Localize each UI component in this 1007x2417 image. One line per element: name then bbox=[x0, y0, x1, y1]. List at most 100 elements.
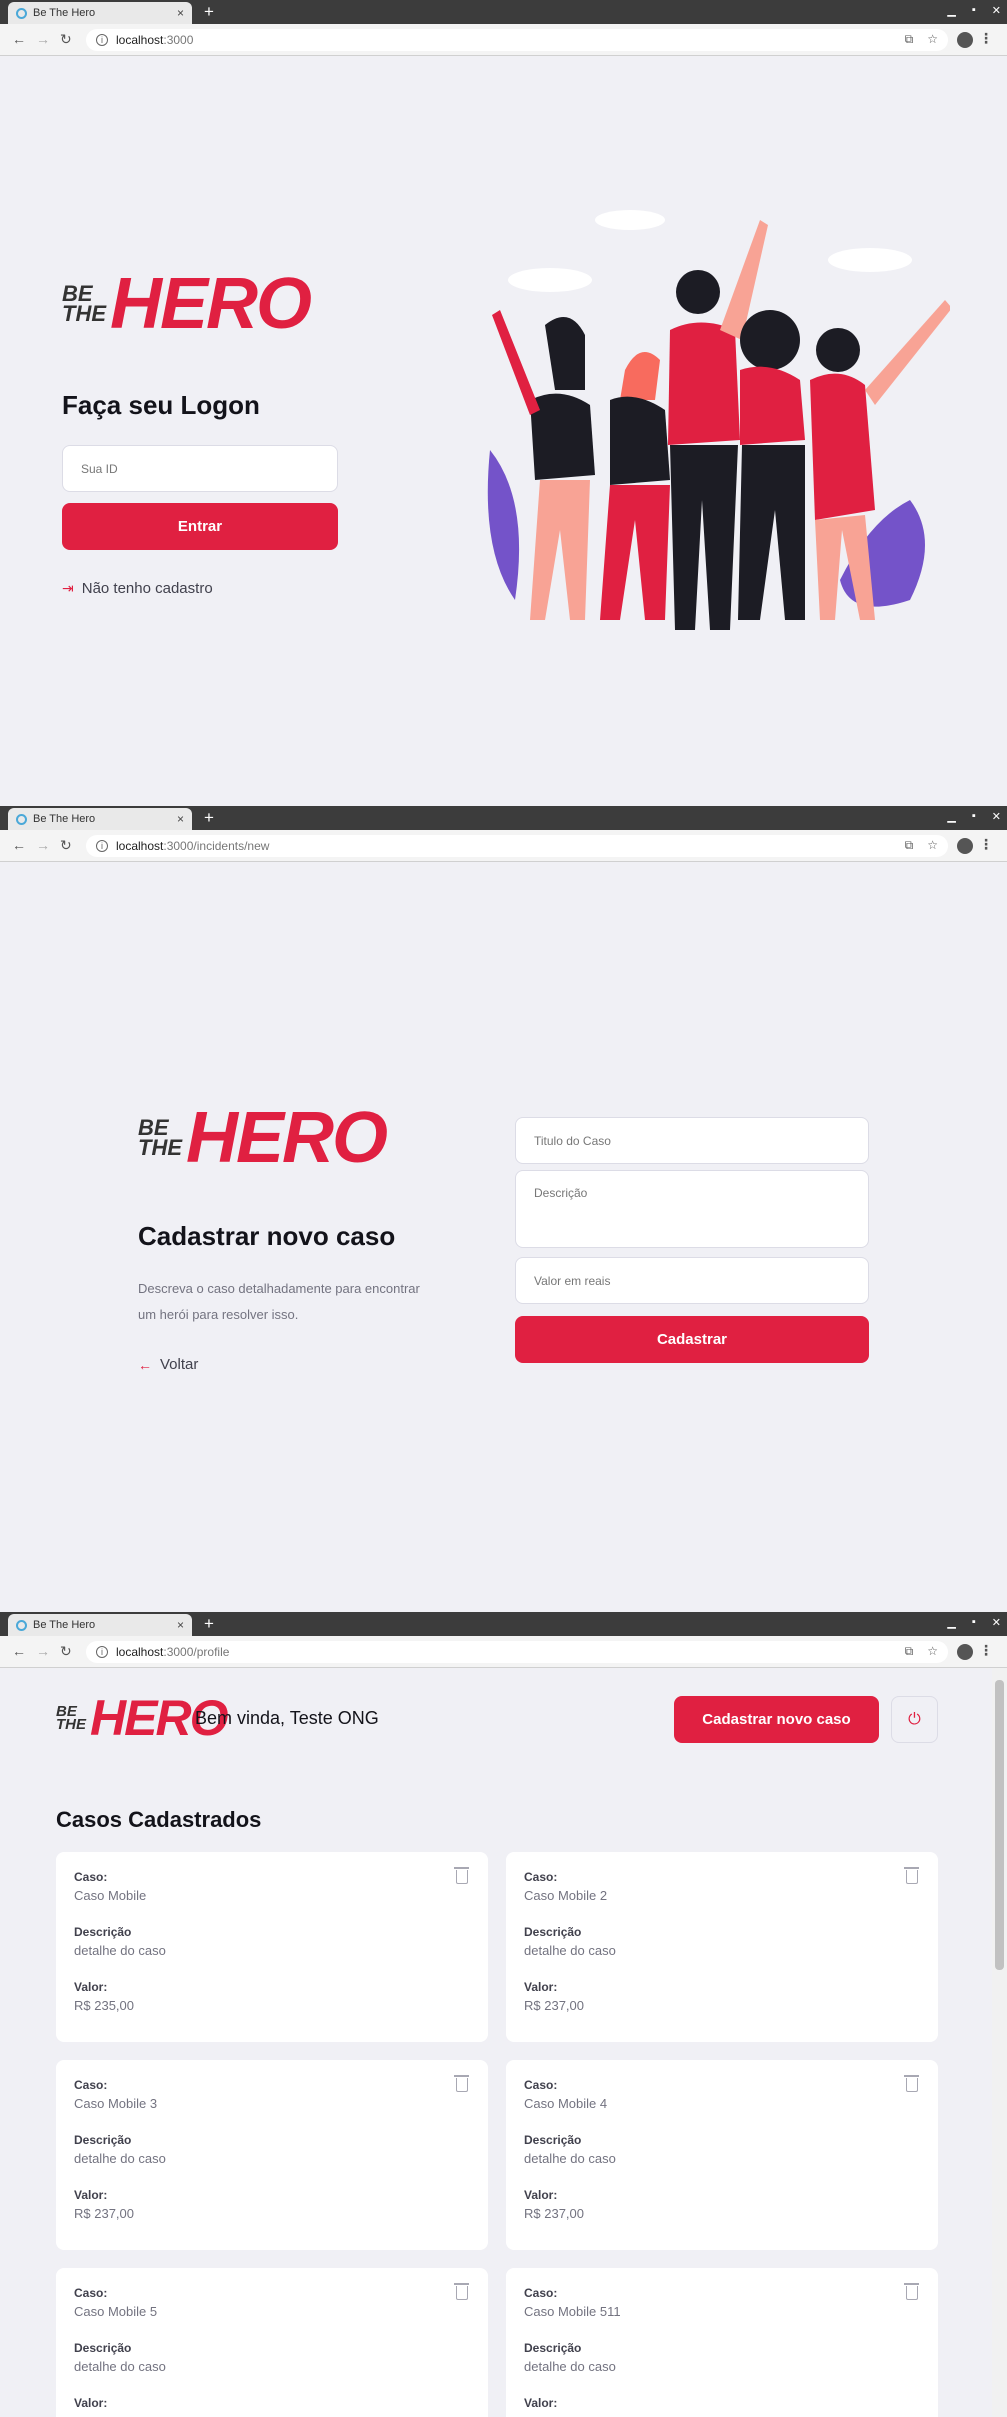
info-icon[interactable]: i bbox=[96, 34, 108, 46]
tab-close-icon[interactable]: × bbox=[177, 812, 184, 826]
minimize-icon[interactable]: ▁ bbox=[947, 1616, 955, 1629]
url-field[interactable]: i localhost:3000/incidents/new ⧉ ☆ bbox=[86, 835, 948, 857]
register-link[interactable]: ⇥ Não tenho cadastro bbox=[62, 580, 213, 597]
forward-icon[interactable]: → bbox=[36, 837, 50, 853]
case-card: Caso: Caso Mobile 3 Descrição detalhe do… bbox=[56, 2060, 488, 2250]
back-icon[interactable]: ← bbox=[12, 31, 26, 47]
react-favicon-icon bbox=[16, 7, 27, 19]
logo-hero: HERO bbox=[186, 1098, 388, 1178]
case-value: R$ 237,00 bbox=[74, 2206, 134, 2221]
case-title: Caso Mobile 511 bbox=[524, 2304, 621, 2319]
tab-close-icon[interactable]: × bbox=[177, 6, 184, 20]
tab-close-icon[interactable]: × bbox=[177, 1618, 184, 1632]
kebab-menu-icon[interactable]: ⋮ bbox=[979, 836, 993, 853]
id-input[interactable]: Sua ID bbox=[62, 445, 338, 492]
minimize-icon[interactable]: ▁ bbox=[947, 810, 955, 823]
forward-icon[interactable]: → bbox=[36, 1643, 50, 1659]
info-icon[interactable]: i bbox=[96, 840, 108, 852]
submit-case-button[interactable]: Cadastrar bbox=[515, 1316, 869, 1363]
star-icon[interactable]: ☆ bbox=[927, 838, 938, 853]
reload-icon[interactable]: ↻ bbox=[60, 1643, 72, 1660]
case-description: detalhe do caso bbox=[74, 2359, 166, 2374]
case-label: Caso: bbox=[74, 2286, 108, 2300]
trash-icon[interactable] bbox=[454, 2075, 469, 2092]
trash-icon[interactable] bbox=[904, 2283, 919, 2300]
browser-tab[interactable]: Be The Hero × bbox=[8, 2, 192, 24]
translate-icon[interactable]: ⧉ bbox=[905, 32, 914, 47]
react-favicon-icon bbox=[16, 813, 27, 825]
case-label: Caso: bbox=[524, 2078, 558, 2092]
case-value: R$ 235,00 bbox=[74, 1998, 134, 2013]
url-path: :3000/incidents/new bbox=[163, 839, 270, 853]
back-link[interactable]: ← Voltar bbox=[138, 1356, 198, 1373]
profile-avatar-icon[interactable] bbox=[957, 32, 973, 48]
browser-tab[interactable]: Be The Hero × bbox=[8, 1614, 192, 1636]
case-label: Caso: bbox=[524, 2286, 558, 2300]
case-value: R$ 237,00 bbox=[524, 2206, 584, 2221]
address-bar-row: ← → ↻ i localhost:3000 ⧉ ☆ ⋮ bbox=[0, 24, 1007, 56]
reload-icon[interactable]: ↻ bbox=[60, 837, 72, 854]
url-host: localhost bbox=[116, 839, 164, 853]
star-icon[interactable]: ☆ bbox=[927, 1644, 938, 1659]
new-incident-screen: Be The Hero × + ▁ ▪ ✕ ← → ↻ i localhost:… bbox=[0, 806, 1007, 1612]
address-bar-row: ← → ↻ i localhost:3000/incidents/new ⧉ ☆ … bbox=[0, 830, 1007, 862]
url-path: :3000 bbox=[163, 33, 194, 47]
window-controls: ▁ ▪ ✕ bbox=[947, 4, 1001, 17]
new-tab-button[interactable]: + bbox=[204, 808, 214, 828]
case-title-input[interactable]: Titulo do Caso bbox=[515, 1117, 869, 1164]
new-tab-button[interactable]: + bbox=[204, 2, 214, 22]
page-title: Cadastrar novo caso bbox=[138, 1221, 396, 1251]
case-title: Caso Mobile 2 bbox=[524, 1888, 608, 1903]
case-card: Caso: Caso Mobile 2 Descrição detalhe do… bbox=[506, 1852, 938, 2042]
case-value-input[interactable]: Valor em reais bbox=[515, 1257, 869, 1304]
case-card: Caso: Caso Mobile Descrição detalhe do c… bbox=[56, 1852, 488, 2042]
trash-icon[interactable] bbox=[904, 1867, 919, 1884]
login-button[interactable]: Entrar bbox=[62, 503, 338, 550]
tab-title: Be The Hero bbox=[33, 7, 96, 19]
url-field[interactable]: i localhost:3000 ⧉ ☆ bbox=[86, 29, 948, 51]
value-label: Valor: bbox=[524, 1980, 558, 1994]
scrollbar-thumb[interactable] bbox=[995, 1680, 1004, 1970]
maximize-icon[interactable]: ▪ bbox=[972, 4, 976, 17]
logout-button[interactable]: ⏻ bbox=[891, 1696, 938, 1743]
logo-be-the: BE THE bbox=[138, 1115, 182, 1160]
back-icon[interactable]: ← bbox=[12, 1643, 26, 1659]
close-window-icon[interactable]: ✕ bbox=[992, 1616, 1001, 1629]
profile-avatar-icon[interactable] bbox=[957, 838, 973, 854]
url-host: localhost bbox=[116, 33, 164, 47]
kebab-menu-icon[interactable]: ⋮ bbox=[979, 1642, 993, 1659]
page-title: Faça seu Logon bbox=[62, 390, 260, 420]
reload-icon[interactable]: ↻ bbox=[60, 31, 72, 48]
maximize-icon[interactable]: ▪ bbox=[972, 1616, 976, 1629]
scrollbar[interactable] bbox=[992, 1668, 1007, 2417]
case-card: Caso: Caso Mobile 5 Descrição detalhe do… bbox=[56, 2268, 488, 2417]
profile-avatar-icon[interactable] bbox=[957, 1644, 973, 1660]
welcome-text: Bem vinda, Teste ONG bbox=[195, 1708, 379, 1728]
tab-title: Be The Hero bbox=[33, 1619, 96, 1631]
maximize-icon[interactable]: ▪ bbox=[972, 810, 976, 823]
power-icon: ⏻ bbox=[908, 1710, 921, 1728]
back-icon[interactable]: ← bbox=[12, 837, 26, 853]
translate-icon[interactable]: ⧉ bbox=[905, 838, 914, 853]
arrow-left-icon: ← bbox=[138, 1356, 152, 1373]
case-card: Caso: Caso Mobile 511 Descrição detalhe … bbox=[506, 2268, 938, 2417]
tab-bar: Be The Hero × + ▁ ▪ ✕ bbox=[0, 1612, 1007, 1636]
kebab-menu-icon[interactable]: ⋮ bbox=[979, 30, 993, 47]
trash-icon[interactable] bbox=[904, 2075, 919, 2092]
case-description-textarea[interactable]: Descrição bbox=[515, 1170, 869, 1248]
close-window-icon[interactable]: ✕ bbox=[992, 4, 1001, 17]
info-icon[interactable]: i bbox=[96, 1646, 108, 1658]
case-description: detalhe do caso bbox=[74, 2151, 166, 2166]
browser-tab[interactable]: Be The Hero × bbox=[8, 808, 192, 830]
translate-icon[interactable]: ⧉ bbox=[905, 1644, 914, 1659]
star-icon[interactable]: ☆ bbox=[927, 32, 938, 47]
minimize-icon[interactable]: ▁ bbox=[947, 4, 955, 17]
tab-bar: Be The Hero × + ▁ ▪ ✕ bbox=[0, 0, 1007, 24]
url-field[interactable]: i localhost:3000/profile ⧉ ☆ bbox=[86, 1641, 948, 1663]
new-tab-button[interactable]: + bbox=[204, 1614, 214, 1634]
new-case-button[interactable]: Cadastrar novo caso bbox=[674, 1696, 879, 1743]
trash-icon[interactable] bbox=[454, 1867, 469, 1884]
forward-icon[interactable]: → bbox=[36, 31, 50, 47]
close-window-icon[interactable]: ✕ bbox=[992, 810, 1001, 823]
trash-icon[interactable] bbox=[454, 2283, 469, 2300]
